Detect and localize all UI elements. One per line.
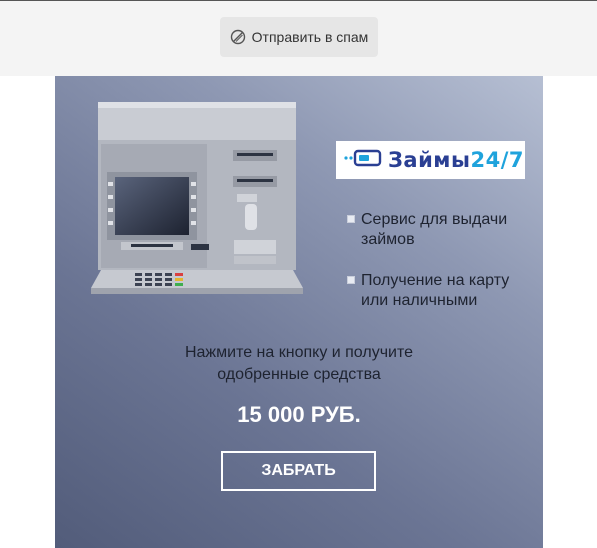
feature-line: или наличными xyxy=(361,292,478,309)
atm-illustration xyxy=(91,100,303,300)
report-spam-label: Отправить в спам xyxy=(251,29,369,45)
feature-list: Сервис для выдачи займов Получение на ка… xyxy=(347,210,537,332)
logo-text: Займы24/7 xyxy=(388,148,524,172)
feature-item: Сервис для выдачи займов xyxy=(347,210,537,250)
feature-line: займов xyxy=(361,231,415,248)
report-spam-button[interactable]: Отправить в спам xyxy=(220,17,378,57)
cta-line: одобренные средства xyxy=(217,366,381,383)
logo-accent-text: 24/7 xyxy=(470,148,524,172)
take-money-button[interactable]: ЗАБРАТЬ xyxy=(221,451,376,491)
feature-line: Получение на карту xyxy=(361,272,510,289)
loan-amount: 15 000 РУБ. xyxy=(237,402,361,427)
card-icon xyxy=(344,149,382,172)
cta-text: Нажмите на кнопку и получите одобренные … xyxy=(55,342,543,386)
zaimy-logo: Займы24/7 xyxy=(336,141,525,179)
loan-ad-banner[interactable]: Займы24/7 Сервис для выдачи займов Получ… xyxy=(55,76,543,548)
feature-line: Сервис для выдачи xyxy=(361,211,508,228)
bullet-icon xyxy=(347,215,355,223)
block-icon xyxy=(230,29,246,45)
cta-line: Нажмите на кнопку и получите xyxy=(184,344,414,361)
logo-main-text: Займы xyxy=(388,148,471,172)
top-toolbar: Отправить в спам xyxy=(0,0,597,76)
bullet-icon xyxy=(347,276,355,284)
feature-item: Получение на карту или наличными xyxy=(347,271,537,311)
